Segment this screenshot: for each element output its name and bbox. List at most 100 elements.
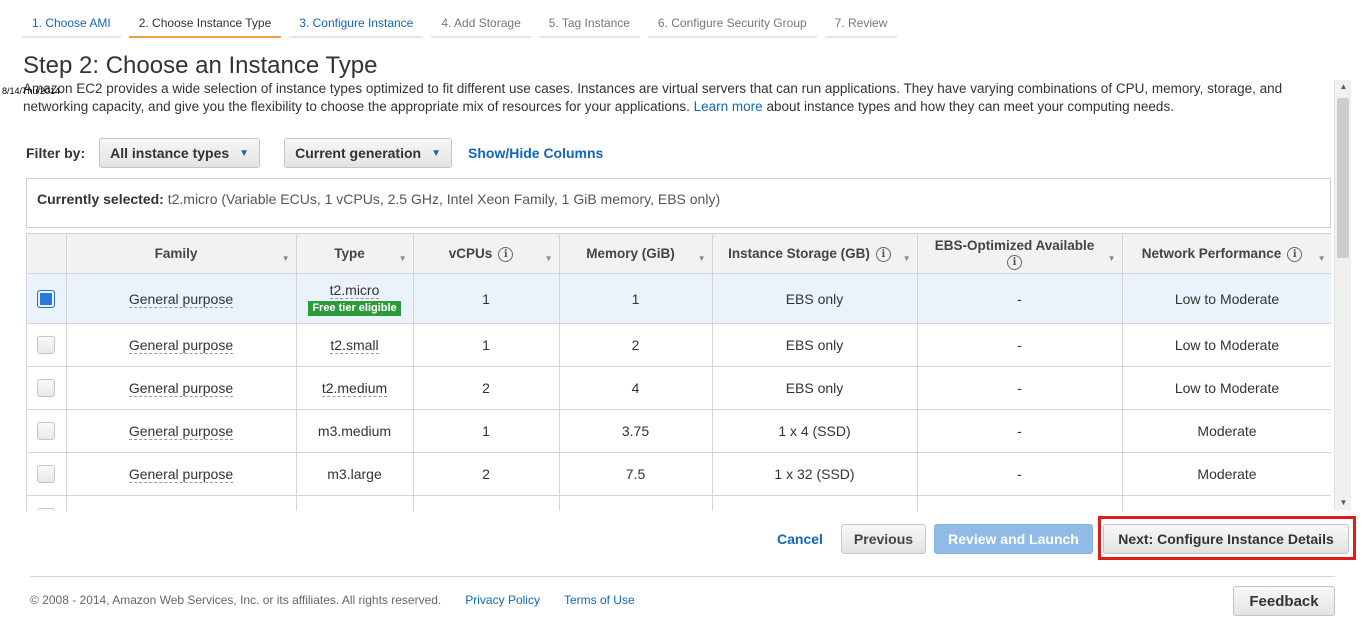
tab-configure-security-group[interactable]: 6. Configure Security Group xyxy=(647,10,817,38)
tab-review[interactable]: 7. Review xyxy=(824,10,898,38)
privacy-policy-link[interactable]: Privacy Policy xyxy=(465,593,540,607)
memory-cell: 1 xyxy=(559,273,713,324)
row-checkbox[interactable] xyxy=(37,508,56,511)
info-icon[interactable]: i xyxy=(1007,255,1022,271)
row-checkbox[interactable] xyxy=(37,289,56,308)
row-select-cell xyxy=(27,409,67,453)
table-row[interactable]: General purpose m3.large 2 7.5 1 x 32 (S… xyxy=(27,452,1331,496)
sort-icon: ▼ xyxy=(1317,254,1326,263)
generation-value: Current generation xyxy=(295,145,422,161)
sort-icon: ▼ xyxy=(281,254,290,263)
memory-cell: 2 xyxy=(559,323,713,367)
tab-choose-ami[interactable]: 1. Choose AMI xyxy=(22,10,121,38)
tab-add-storage[interactable]: 4. Add Storage xyxy=(431,10,531,38)
row-checkbox[interactable] xyxy=(37,379,56,398)
wizard-actions: Cancel Previous Review and Launch Next: … xyxy=(0,524,1364,554)
table-row[interactable]: General purpose m3.medium 1 3.75 1 x 4 (… xyxy=(27,409,1331,453)
table-row-partial[interactable] xyxy=(27,495,1331,511)
filter-row: Filter by: All instance types ▼ Current … xyxy=(26,138,603,168)
family-value[interactable]: General purpose xyxy=(128,337,234,354)
memory-cell: 7.5 xyxy=(559,452,713,496)
vcpus-cell: 1 xyxy=(413,323,560,367)
generation-dropdown[interactable]: Current generation ▼ xyxy=(284,138,452,168)
row-select-cell xyxy=(27,323,67,367)
info-icon[interactable]: i xyxy=(875,246,891,262)
table-row[interactable]: General purpose t2.medium 2 4 EBS only -… xyxy=(27,366,1331,410)
vcpus-cell: 2 xyxy=(413,366,560,410)
vcpus-cell: 2 xyxy=(413,452,560,496)
column-header-vcpus[interactable]: vCPUs i ▼ xyxy=(413,233,560,274)
footer: © 2008 - 2014, Amazon Web Services, Inc.… xyxy=(30,593,635,607)
type-cell: t2.medium xyxy=(296,366,414,410)
info-icon[interactable]: i xyxy=(498,246,514,262)
memory-cell: 3.75 xyxy=(559,409,713,453)
tab-tag-instance[interactable]: 5. Tag Instance xyxy=(538,10,640,38)
type-cell: t2.small xyxy=(296,323,414,367)
storage-cell: EBS only xyxy=(712,323,918,367)
page-description: Amazon EC2 provides a wide selection of … xyxy=(23,80,1323,116)
instance-types-dropdown[interactable]: All instance types ▼ xyxy=(99,138,261,168)
network-cell: Low to Moderate xyxy=(1122,323,1331,367)
family-cell: General purpose xyxy=(66,366,297,410)
family-value[interactable]: General purpose xyxy=(128,466,234,483)
type-cell: m3.large xyxy=(296,452,414,496)
family-value[interactable]: General purpose xyxy=(128,423,234,440)
currently-selected-label: Currently selected: xyxy=(37,191,164,207)
info-icon[interactable]: i xyxy=(1287,246,1303,262)
select-column-header xyxy=(27,233,67,274)
column-header-network[interactable]: Network Performance i ▼ xyxy=(1122,233,1331,274)
column-header-storage[interactable]: Instance Storage (GB) i ▼ xyxy=(712,233,918,274)
storage-cell: 1 x 32 (SSD) xyxy=(712,452,918,496)
storage-cell: 1 x 4 (SSD) xyxy=(712,409,918,453)
row-checkbox[interactable] xyxy=(37,465,56,484)
type-value[interactable]: t2.micro xyxy=(329,281,380,299)
row-select-cell xyxy=(27,273,67,324)
cancel-button[interactable]: Cancel xyxy=(777,531,823,547)
column-header-family[interactable]: Family ▼ xyxy=(66,233,297,274)
column-header-ebs-optimized[interactable]: EBS-Optimized Available i ▼ xyxy=(917,233,1123,274)
next-configure-instance-details-button[interactable]: Next: Configure Instance Details xyxy=(1103,524,1349,554)
scrollbar-thumb[interactable] xyxy=(1337,98,1349,258)
family-value[interactable]: General purpose xyxy=(128,380,234,397)
previous-button[interactable]: Previous xyxy=(841,524,926,554)
network-cell: Low to Moderate xyxy=(1122,366,1331,410)
column-header-type[interactable]: Type ▼ xyxy=(296,233,414,274)
type-value[interactable]: t2.medium xyxy=(321,380,388,397)
ebs-cell: - xyxy=(917,323,1123,367)
family-cell: General purpose xyxy=(66,323,297,367)
row-checkbox[interactable] xyxy=(37,336,56,355)
vertical-scrollbar[interactable]: ▲ ▼ xyxy=(1334,80,1351,510)
page-title: Step 2: Choose an Instance Type xyxy=(23,52,378,79)
copyright-text: © 2008 - 2014, Amazon Web Services, Inc.… xyxy=(30,593,442,607)
table-row[interactable]: General purpose t2.small 1 2 EBS only - … xyxy=(27,323,1331,367)
table-header-row: Family ▼ Type ▼ vCPUs i ▼ Memory (GiB) ▼ Inst… xyxy=(27,233,1331,274)
row-checkbox[interactable] xyxy=(37,422,56,441)
sort-icon: ▼ xyxy=(1107,254,1116,263)
column-label: Instance Storage (GB) xyxy=(728,246,870,261)
row-select-cell xyxy=(27,452,67,496)
feedback-button[interactable]: Feedback xyxy=(1233,586,1335,616)
type-value[interactable]: t2.small xyxy=(330,337,379,354)
scroll-down-icon[interactable]: ▼ xyxy=(1335,496,1352,510)
chevron-down-icon: ▼ xyxy=(239,147,250,159)
description-text-end: about instance types and how they can me… xyxy=(766,99,1174,114)
instance-types-table: Family ▼ Type ▼ vCPUs i ▼ Memory (GiB) ▼ Inst… xyxy=(27,233,1331,511)
terms-of-use-link[interactable]: Terms of Use xyxy=(564,593,635,607)
footer-divider xyxy=(30,576,1335,577)
column-label: EBS-Optimized Available xyxy=(934,237,1095,253)
column-label: Memory (GiB) xyxy=(586,246,675,261)
sort-icon: ▼ xyxy=(902,254,911,263)
show-hide-columns-link[interactable]: Show/Hide Columns xyxy=(468,145,603,161)
scroll-up-icon[interactable]: ▲ xyxy=(1335,80,1352,94)
sort-icon: ▼ xyxy=(398,254,407,263)
table-row[interactable]: General purpose t2.micro Free tier eligib… xyxy=(27,273,1331,324)
tab-choose-instance-type[interactable]: 2. Choose Instance Type xyxy=(128,10,282,38)
family-value[interactable]: General purpose xyxy=(128,290,234,308)
currently-selected-panel: Currently selected: t2.micro (Variable E… xyxy=(26,178,1331,228)
tab-configure-instance[interactable]: 3. Configure Instance xyxy=(289,10,424,38)
row-select-cell xyxy=(27,495,67,511)
ebs-cell: - xyxy=(917,409,1123,453)
review-and-launch-button[interactable]: Review and Launch xyxy=(934,524,1093,554)
learn-more-link[interactable]: Learn more xyxy=(694,99,763,114)
column-header-memory[interactable]: Memory (GiB) ▼ xyxy=(559,233,713,274)
